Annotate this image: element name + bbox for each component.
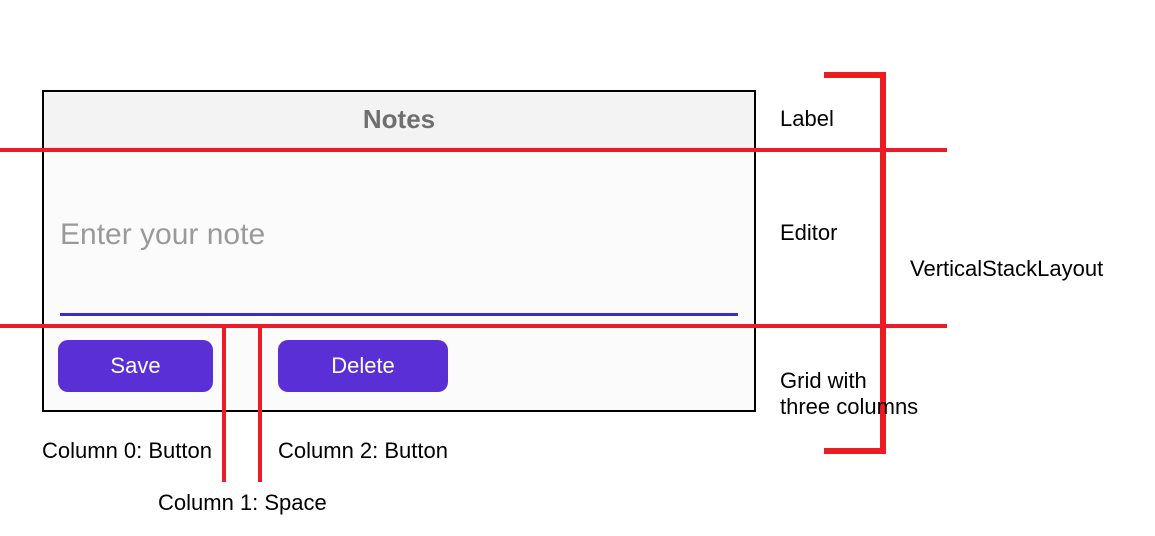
annotation-bracket	[824, 72, 886, 78]
button-grid: Save Delete	[44, 326, 754, 392]
annotation-line	[0, 324, 947, 328]
editor-area[interactable]: Enter your note	[44, 148, 754, 326]
annotation-label-editor: Editor	[780, 220, 837, 246]
annotation-line	[0, 148, 947, 152]
annotation-label-grid2: three columns	[780, 394, 918, 420]
page-title: Notes	[363, 104, 435, 135]
annotation-label-grid1: Grid with	[780, 368, 867, 394]
editor-placeholder: Enter your note	[60, 218, 265, 252]
editor-underline	[60, 313, 738, 316]
annotation-label-col2: Column 2: Button	[278, 438, 448, 464]
diagram-canvas: Notes Enter your note Save Delete Label …	[0, 0, 1155, 536]
annotation-bracket	[824, 448, 886, 454]
app-header: Notes	[44, 92, 754, 148]
grid-column-0: Save	[58, 340, 213, 392]
annotation-label-label: Label	[780, 106, 834, 132]
annotation-label-col1: Column 1: Space	[158, 490, 327, 516]
save-button[interactable]: Save	[58, 340, 213, 392]
delete-button[interactable]: Delete	[278, 340, 448, 392]
grid-column-2: Delete	[278, 340, 448, 392]
annotation-line	[222, 326, 226, 482]
annotation-label-stacklayout: VerticalStackLayout	[910, 256, 1103, 282]
annotation-line	[258, 326, 262, 482]
annotation-label-col0: Column 0: Button	[42, 438, 212, 464]
app-frame: Notes Enter your note Save Delete	[42, 90, 756, 412]
